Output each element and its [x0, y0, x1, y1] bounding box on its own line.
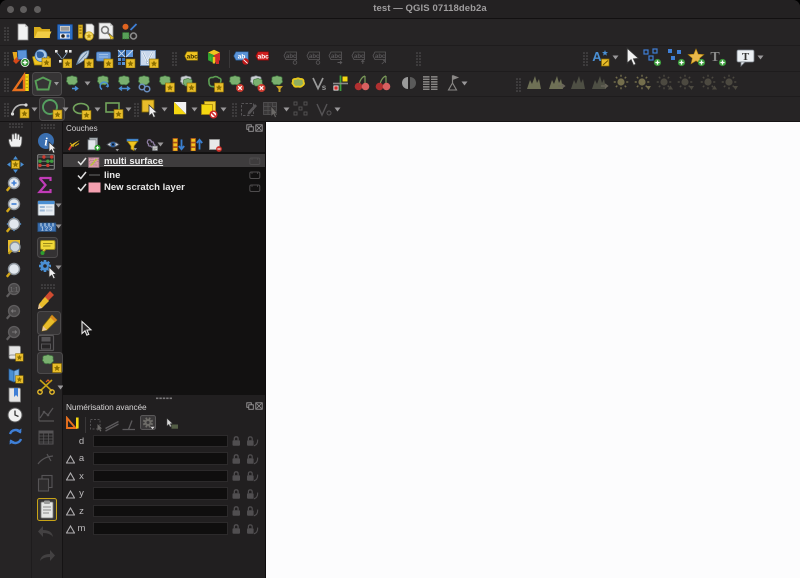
svg-text:1 2 3: 1 2 3 [41, 226, 52, 232]
svg-text:abc: abc [309, 54, 320, 60]
svg-text:abc: abc [286, 54, 297, 60]
svg-text:abc: abc [375, 54, 386, 60]
svg-text:A: A [592, 49, 602, 64]
svg-text:1:1: 1:1 [10, 288, 19, 294]
svg-text:abc: abc [187, 54, 199, 61]
svg-text:T: T [742, 51, 750, 63]
svg-text:s: s [322, 83, 327, 92]
svg-text:T: T [710, 50, 720, 65]
svg-text:abc: abc [331, 54, 342, 60]
svg-text:abc: abc [354, 54, 365, 60]
svg-text:abc: abc [258, 54, 270, 61]
